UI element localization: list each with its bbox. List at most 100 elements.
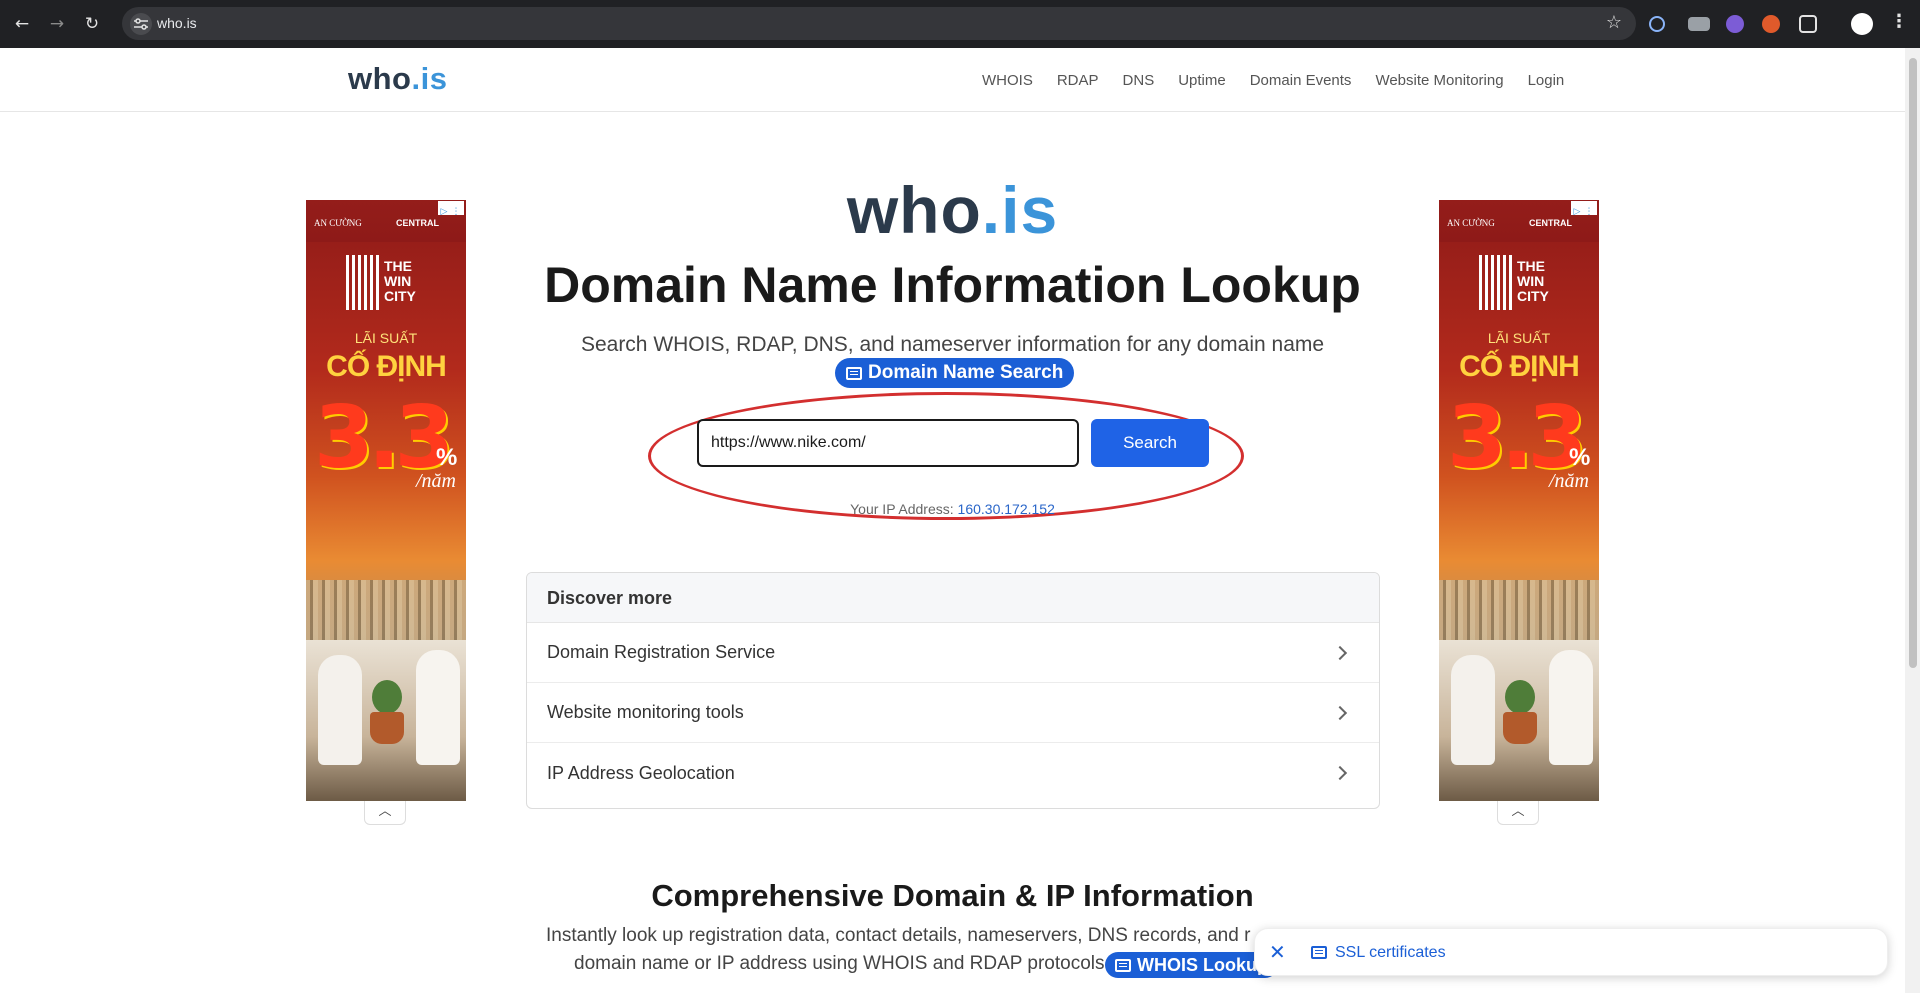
whois-lookup-pill[interactable]: WHOIS Lookup — [1105, 952, 1278, 978]
suggestion-toast: ✕ SSL certificates — [1254, 928, 1888, 976]
id-card-icon — [1311, 946, 1327, 959]
ssl-certificates-link[interactable]: SSL certificates — [1335, 944, 1446, 962]
discover-item-label: Domain Registration Service — [547, 642, 776, 662]
discover-item-label: IP Address Geolocation — [547, 762, 735, 783]
ad-line1: LÃI SUẤT — [354, 330, 418, 346]
site-logo[interactable]: who.is — [348, 61, 447, 97]
extension-media-icon[interactable] — [1688, 17, 1710, 31]
discover-item-label: Website monitoring tools — [547, 702, 744, 722]
nav-link-domain-events[interactable]: Domain Events — [1250, 72, 1352, 89]
discover-item[interactable]: Domain Registration Service — [527, 623, 1379, 683]
domain-search-input[interactable] — [697, 419, 1079, 467]
ad-project-name: THE WIN CITY — [384, 258, 416, 304]
ad-line2: CỐ ĐỊNH — [326, 350, 447, 383]
ad-per-year: /năm — [416, 470, 456, 492]
ad-brand-ancuong: AN CƯỜNG — [314, 218, 362, 228]
discover-item[interactable]: IP Address Geolocation — [527, 743, 1379, 803]
browser-menu-icon[interactable]: ⋮ — [1890, 11, 1908, 32]
ad-plant-image — [372, 680, 402, 714]
ad-percent: % — [436, 444, 458, 471]
reload-icon[interactable]: ↻ — [80, 12, 104, 36]
section-text-line1: Instantly look up registration data, con… — [546, 925, 1251, 946]
ad-brand-central: CENTRAL — [396, 218, 439, 228]
ad-brand-ancuong: AN CƯỜNG — [1447, 218, 1495, 228]
forward-icon[interactable]: → — [45, 12, 69, 36]
id-card-icon — [1115, 958, 1131, 972]
chevron-up-icon: ︿ — [378, 804, 392, 819]
extension-ball-icon[interactable] — [1762, 15, 1780, 33]
nav-link-login[interactable]: Login — [1528, 72, 1565, 89]
ad-collapse-button[interactable]: ︿ — [364, 801, 406, 825]
ad-logo-bars — [1479, 255, 1513, 310]
ip-label: Your IP Address: — [850, 501, 954, 517]
adchoices-icon[interactable]: ▷ — [438, 205, 450, 219]
extension-link-icon[interactable] — [1649, 16, 1665, 32]
top-navigation: WHOIS RDAP DNS Uptime Domain Events Website M… — [982, 72, 1588, 89]
id-card-icon — [846, 366, 862, 380]
discover-more-card: Discover more Domain Registration Servic… — [526, 572, 1380, 809]
section-text-line2: domain name or IP address using WHOIS an… — [574, 953, 1110, 974]
logo-text-is: .is — [411, 61, 448, 96]
pill-label: Domain Name Search — [868, 362, 1064, 383]
pill-label: WHOIS Lookup — [1137, 954, 1268, 975]
ad-choices[interactable]: ▷ ⋮ — [1571, 201, 1597, 217]
hero-logo-who: who — [846, 173, 982, 247]
nav-link-rdap[interactable]: RDAP — [1057, 72, 1099, 89]
close-icon[interactable]: ✕ — [1269, 940, 1286, 964]
ad-project-logo: THE WIN CITY — [346, 255, 436, 310]
ad-choices[interactable]: ▷ ⋮ — [438, 201, 464, 217]
ad-pot-image — [1503, 712, 1537, 744]
page-subtitle: Search WHOIS, RDAP, DNS, and nameserver … — [580, 333, 1325, 356]
page-scrollbar[interactable] — [1905, 48, 1920, 993]
ad-project-name: THE WIN CITY — [1517, 258, 1549, 304]
ad-options-icon[interactable]: ⋮ — [450, 205, 462, 219]
chevron-up-icon: ︿ — [1511, 804, 1525, 819]
logo-text-who: who — [348, 61, 412, 96]
back-icon[interactable]: ← — [10, 12, 34, 36]
ad-banner-right[interactable]: AN CƯỜNG CENTRAL ▷ ⋮ THE WIN CITY LÃI SUẤ… — [1439, 200, 1599, 801]
address-url[interactable]: who.is — [157, 15, 197, 31]
ad-person-image — [416, 650, 460, 765]
ad-plant-image — [1505, 680, 1535, 714]
nav-link-dns[interactable]: DNS — [1123, 72, 1155, 89]
nav-link-whois[interactable]: WHOIS — [982, 72, 1033, 89]
extensions-puzzle-icon[interactable] — [1799, 15, 1817, 33]
discover-item[interactable]: Website monitoring tools — [527, 683, 1379, 743]
ad-project-logo: THE WIN CITY — [1479, 255, 1569, 310]
ad-person-image — [1451, 655, 1495, 765]
ad-person-image — [318, 655, 362, 765]
ad-line2: CỐ ĐỊNH — [1459, 350, 1580, 383]
ad-person-image — [1549, 650, 1593, 765]
ad-collapse-button[interactable]: ︿ — [1497, 801, 1539, 825]
ad-line1: LÃI SUẤT — [1487, 330, 1551, 346]
chevron-right-icon — [1332, 705, 1348, 720]
adchoices-icon[interactable]: ▷ — [1571, 205, 1583, 219]
address-bar[interactable]: who.is ☆ — [122, 7, 1636, 40]
site-settings-icon[interactable] — [130, 13, 152, 35]
site-header: who.is WHOIS RDAP DNS Uptime Domain Events We… — [0, 48, 1905, 112]
search-button[interactable]: Search — [1091, 419, 1209, 467]
bookmark-star-icon[interactable]: ☆ — [1606, 12, 1622, 33]
discover-heading: Discover more — [527, 573, 1379, 623]
extension-gear-icon[interactable] — [1726, 15, 1744, 33]
ad-banner-left[interactable]: AN CƯỜNG CENTRAL ▷ ⋮ THE WIN CITY LÃI SUẤ… — [306, 200, 466, 801]
chevron-right-icon — [1332, 765, 1348, 781]
ad-options-icon[interactable]: ⋮ — [1583, 205, 1595, 219]
nav-link-website-monitoring[interactable]: Website Monitoring — [1375, 72, 1503, 89]
chevron-right-icon — [1332, 645, 1348, 660]
ad-pot-image — [370, 712, 404, 744]
ad-brand-central: CENTRAL — [1529, 218, 1572, 228]
ip-address-link[interactable]: 160.30.172.152 — [958, 501, 1055, 517]
ad-logo-bars — [346, 255, 380, 310]
page-title: Domain Name Information Lookup — [544, 257, 1361, 313]
section-title: Comprehensive Domain & IP Information — [651, 878, 1254, 913]
ad-percent: % — [1569, 444, 1591, 471]
profile-avatar[interactable] — [1851, 13, 1873, 35]
scrollbar-thumb[interactable] — [1909, 58, 1917, 668]
nav-link-uptime[interactable]: Uptime — [1178, 72, 1226, 89]
domain-name-search-pill[interactable]: Domain Name Search — [835, 358, 1075, 388]
hero-logo: who.is — [0, 172, 1905, 248]
ad-per-year: /năm — [1549, 470, 1589, 492]
hero-logo-is: .is — [981, 173, 1059, 247]
browser-toolbar: ← → ↻ who.is ☆ ⋮ — [0, 0, 1920, 48]
